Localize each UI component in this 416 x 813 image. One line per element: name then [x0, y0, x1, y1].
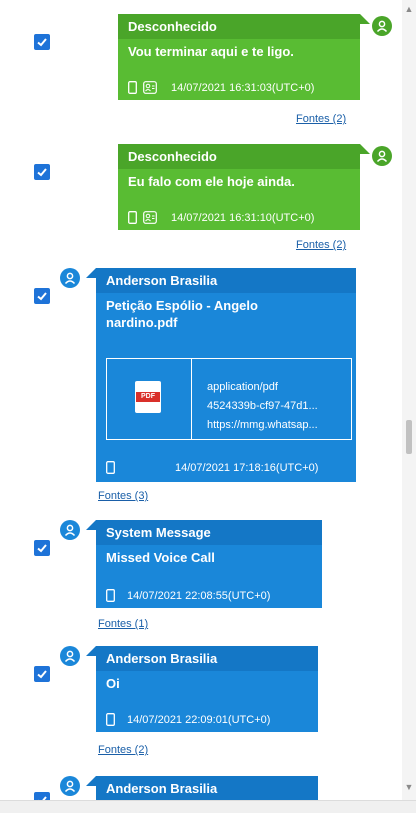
message-timestamp: 14/07/2021 17:18:16(UTC+0) — [175, 461, 319, 474]
contact-avatar-icon — [372, 146, 392, 166]
message-row: System Message Missed Voice Call 14/07/2… — [0, 514, 402, 644]
message-meta: 14/07/2021 16:31:03(UTC+0) — [128, 81, 314, 94]
attachment-thumbnail[interactable]: PDF — [106, 358, 192, 440]
message-row: Anderson Brasilia — [0, 770, 402, 800]
message-meta: 14/07/2021 22:09:01(UTC+0) — [106, 713, 270, 726]
bubble-tail — [86, 776, 96, 786]
bubble-tail — [360, 144, 370, 154]
message-meta: 14/07/2021 16:31:10(UTC+0) — [128, 211, 314, 224]
message-bubble[interactable]: Anderson Brasilia Oi 14/07/2021 22:09:01… — [96, 646, 318, 732]
phone-icon — [106, 461, 115, 474]
sender-name: Desconhecido — [118, 144, 360, 169]
sources-link[interactable]: Fontes (3) — [98, 490, 148, 502]
select-checkbox[interactable] — [34, 792, 50, 800]
sources-link[interactable]: Fontes (1) — [98, 618, 148, 630]
contact-avatar-icon — [60, 520, 80, 540]
sender-name: System Message — [96, 520, 322, 545]
bubble-tail — [86, 520, 96, 530]
contact-avatar-icon — [372, 16, 392, 36]
message-row: Anderson Brasilia Petição Espólio - Ange… — [0, 262, 402, 512]
message-bubble[interactable]: Desconhecido Eu falo com ele hoje ainda.… — [118, 144, 360, 230]
message-timestamp: 14/07/2021 16:31:03(UTC+0) — [171, 81, 315, 94]
message-row: Anderson Brasilia Oi 14/07/2021 22:09:01… — [0, 640, 402, 768]
message-timestamp: 14/07/2021 22:08:55(UTC+0) — [127, 589, 271, 602]
phone-icon — [106, 713, 115, 726]
phone-icon — [128, 81, 137, 94]
sources-link[interactable]: Fontes (2) — [98, 744, 148, 756]
message-text: Missed Voice Call — [106, 550, 215, 565]
message-list[interactable]: Desconhecido Vou terminar aqui e te ligo… — [0, 0, 402, 800]
bubble-tail — [86, 268, 96, 278]
message-bubble[interactable]: Anderson Brasilia Petição Espólio - Ange… — [96, 268, 356, 482]
select-checkbox[interactable] — [34, 288, 50, 304]
message-text: Vou terminar aqui e te ligo. — [128, 44, 294, 59]
bubble-tail — [360, 14, 370, 24]
message-bubble[interactable]: System Message Missed Voice Call 14/07/2… — [96, 520, 322, 608]
message-timestamp: 14/07/2021 16:31:10(UTC+0) — [171, 211, 315, 224]
select-checkbox[interactable] — [34, 540, 50, 556]
message-meta: 14/07/2021 17:18:16(UTC+0) — [106, 461, 318, 474]
attachment-url: https://mmg.whatsap... — [207, 419, 318, 431]
message-bubble[interactable]: Desconhecido Vou terminar aqui e te ligo… — [118, 14, 360, 100]
sender-name: Anderson Brasilia — [96, 776, 318, 800]
attachment-mime: application/pdf — [207, 381, 278, 393]
sources-link[interactable]: Fontes (2) — [296, 113, 346, 125]
vertical-scrollbar[interactable]: ▲ ▼ — [402, 0, 416, 800]
checkmark-icon — [37, 544, 47, 553]
select-checkbox[interactable] — [34, 164, 50, 180]
select-checkbox[interactable] — [34, 666, 50, 682]
message-bubble[interactable]: Anderson Brasilia — [96, 776, 318, 800]
checkmark-icon — [37, 292, 47, 301]
sender-name: Anderson Brasilia — [96, 268, 356, 293]
attachment-hash: 4524339b-cf97-47d1... — [207, 400, 318, 412]
scroll-thumb[interactable] — [406, 420, 412, 454]
pdf-file-icon: PDF — [135, 381, 161, 413]
checkmark-icon — [37, 670, 47, 679]
message-row: Desconhecido Vou terminar aqui e te ligo… — [0, 0, 402, 130]
message-text: Oi — [106, 676, 120, 691]
checkmark-icon — [37, 168, 47, 177]
attachment-preview[interactable]: PDF application/pdf 4524339b-cf97-47d1..… — [106, 358, 352, 440]
sources-link[interactable]: Fontes (2) — [296, 239, 346, 251]
message-timestamp: 14/07/2021 22:09:01(UTC+0) — [127, 713, 271, 726]
phone-icon — [128, 211, 137, 224]
bubble-tail — [86, 646, 96, 656]
contact-card-icon — [143, 211, 157, 224]
message-text: Eu falo com ele hoje ainda. — [128, 174, 295, 189]
contact-avatar-icon — [60, 776, 80, 796]
checkmark-icon — [37, 38, 47, 47]
contact-card-icon — [143, 81, 157, 94]
message-row: Desconhecido Eu falo com ele hoje ainda.… — [0, 130, 402, 260]
message-text: Petição Espólio - Angelo nardino.pdf — [106, 298, 258, 330]
sender-name: Desconhecido — [118, 14, 360, 39]
scroll-down-arrow-icon[interactable]: ▼ — [404, 782, 414, 792]
scroll-up-arrow-icon[interactable]: ▲ — [404, 4, 414, 14]
bottom-edge — [0, 800, 416, 813]
contact-avatar-icon — [60, 646, 80, 666]
sender-name: Anderson Brasilia — [96, 646, 318, 671]
contact-avatar-icon — [60, 268, 80, 288]
select-checkbox[interactable] — [34, 34, 50, 50]
phone-icon — [106, 589, 115, 602]
message-meta: 14/07/2021 22:08:55(UTC+0) — [106, 589, 270, 602]
